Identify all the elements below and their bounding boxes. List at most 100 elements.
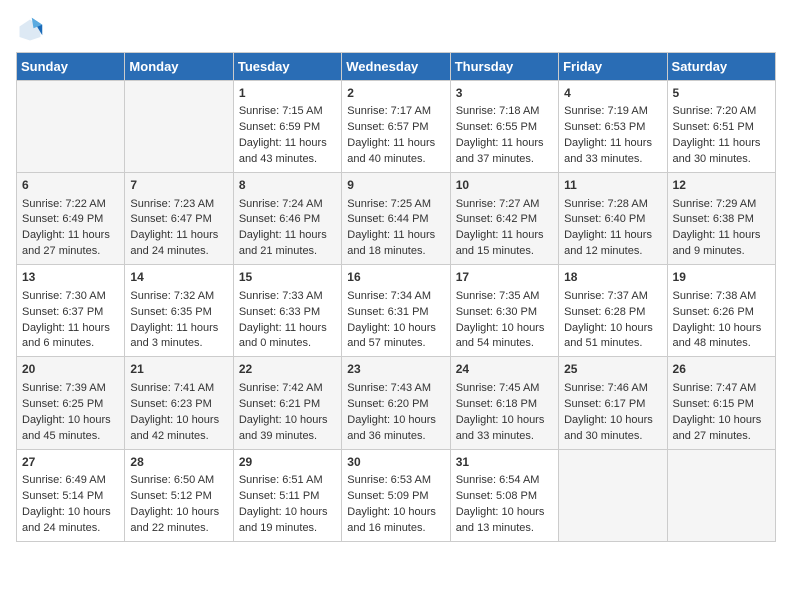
week-row-4: 20Sunrise: 7:39 AMSunset: 6:25 PMDayligh…: [17, 357, 776, 449]
sunrise-text: Sunrise: 7:34 AM: [347, 289, 444, 305]
day-number: 6: [22, 177, 119, 194]
daylight-text: Daylight: 11 hours and 33 minutes.: [564, 136, 661, 168]
daylight-text: Daylight: 10 hours and 30 minutes.: [564, 413, 661, 445]
calendar-cell: 22Sunrise: 7:42 AMSunset: 6:21 PMDayligh…: [233, 357, 341, 449]
sunset-text: Sunset: 5:11 PM: [239, 489, 336, 505]
calendar-cell: 17Sunrise: 7:35 AMSunset: 6:30 PMDayligh…: [450, 265, 558, 357]
calendar-cell: 19Sunrise: 7:38 AMSunset: 6:26 PMDayligh…: [667, 265, 775, 357]
sunrise-text: Sunrise: 6:49 AM: [22, 473, 119, 489]
page-header: [16, 16, 776, 44]
calendar-cell: [667, 449, 775, 541]
logo: [16, 16, 48, 44]
day-number: 29: [239, 454, 336, 471]
calendar-cell: 1Sunrise: 7:15 AMSunset: 6:59 PMDaylight…: [233, 81, 341, 173]
week-row-3: 13Sunrise: 7:30 AMSunset: 6:37 PMDayligh…: [17, 265, 776, 357]
day-number: 2: [347, 85, 444, 102]
sunset-text: Sunset: 6:31 PM: [347, 305, 444, 321]
calendar-cell: 31Sunrise: 6:54 AMSunset: 5:08 PMDayligh…: [450, 449, 558, 541]
daylight-text: Daylight: 10 hours and 36 minutes.: [347, 413, 444, 445]
sunrise-text: Sunrise: 7:29 AM: [673, 197, 770, 213]
sunset-text: Sunset: 6:30 PM: [456, 305, 553, 321]
daylight-text: Daylight: 10 hours and 48 minutes.: [673, 321, 770, 353]
sunrise-text: Sunrise: 7:43 AM: [347, 381, 444, 397]
calendar-cell: 2Sunrise: 7:17 AMSunset: 6:57 PMDaylight…: [342, 81, 450, 173]
calendar-cell: [17, 81, 125, 173]
day-number: 5: [673, 85, 770, 102]
week-row-2: 6Sunrise: 7:22 AMSunset: 6:49 PMDaylight…: [17, 173, 776, 265]
daylight-text: Daylight: 11 hours and 27 minutes.: [22, 228, 119, 260]
calendar-table: SundayMondayTuesdayWednesdayThursdayFrid…: [16, 52, 776, 542]
calendar-cell: 16Sunrise: 7:34 AMSunset: 6:31 PMDayligh…: [342, 265, 450, 357]
day-number: 21: [130, 361, 227, 378]
sunset-text: Sunset: 6:40 PM: [564, 212, 661, 228]
sunrise-text: Sunrise: 7:18 AM: [456, 104, 553, 120]
day-number: 17: [456, 269, 553, 286]
sunrise-text: Sunrise: 7:30 AM: [22, 289, 119, 305]
daylight-text: Daylight: 11 hours and 30 minutes.: [673, 136, 770, 168]
sunrise-text: Sunrise: 7:38 AM: [673, 289, 770, 305]
day-number: 16: [347, 269, 444, 286]
daylight-text: Daylight: 11 hours and 6 minutes.: [22, 321, 119, 353]
day-number: 7: [130, 177, 227, 194]
sunrise-text: Sunrise: 7:25 AM: [347, 197, 444, 213]
day-number: 25: [564, 361, 661, 378]
sunrise-text: Sunrise: 7:17 AM: [347, 104, 444, 120]
sunset-text: Sunset: 6:57 PM: [347, 120, 444, 136]
day-number: 28: [130, 454, 227, 471]
sunset-text: Sunset: 6:51 PM: [673, 120, 770, 136]
header-cell-tuesday: Tuesday: [233, 53, 341, 81]
calendar-cell: 23 Sunrise: 7:43 AMSunset: 6:20 PMDayligh…: [342, 357, 450, 449]
sunrise-text: Sunrise: 7:27 AM: [456, 197, 553, 213]
daylight-text: Daylight: 11 hours and 9 minutes.: [673, 228, 770, 260]
sunrise-text: Sunrise: 7:39 AM: [22, 381, 119, 397]
daylight-text: Daylight: 10 hours and 42 minutes.: [130, 413, 227, 445]
logo-icon: [16, 16, 44, 44]
header-cell-monday: Monday: [125, 53, 233, 81]
sunrise-text: Sunrise: 7:35 AM: [456, 289, 553, 305]
calendar-cell: 27Sunrise: 6:49 AMSunset: 5:14 PMDayligh…: [17, 449, 125, 541]
calendar-cell: 18Sunrise: 7:37 AMSunset: 6:28 PMDayligh…: [559, 265, 667, 357]
day-number: 26: [673, 361, 770, 378]
header-cell-friday: Friday: [559, 53, 667, 81]
sunset-text: Sunset: 6:20 PM: [347, 397, 444, 413]
sunrise-text: Sunrise: 7:20 AM: [673, 104, 770, 120]
sunset-text: Sunset: 6:53 PM: [564, 120, 661, 136]
sunset-text: Sunset: 6:25 PM: [22, 397, 119, 413]
daylight-text: Daylight: 10 hours and 27 minutes.: [673, 413, 770, 445]
sunrise-text: Sunrise: 7:28 AM: [564, 197, 661, 213]
day-number: 23: [347, 361, 444, 378]
sunrise-text: Sunrise: 7:23 AM: [130, 197, 227, 213]
sunrise-text: Sunrise: 7:47 AM: [673, 381, 770, 397]
day-number: 31: [456, 454, 553, 471]
sunset-text: Sunset: 6:55 PM: [456, 120, 553, 136]
daylight-text: Daylight: 11 hours and 37 minutes.: [456, 136, 553, 168]
daylight-text: Daylight: 11 hours and 12 minutes.: [564, 228, 661, 260]
daylight-text: Daylight: 11 hours and 0 minutes.: [239, 321, 336, 353]
day-number: 19: [673, 269, 770, 286]
day-number: 3: [456, 85, 553, 102]
calendar-cell: 21Sunrise: 7:41 AMSunset: 6:23 PMDayligh…: [125, 357, 233, 449]
calendar-cell: 25Sunrise: 7:46 AMSunset: 6:17 PMDayligh…: [559, 357, 667, 449]
calendar-cell: 12Sunrise: 7:29 AMSunset: 6:38 PMDayligh…: [667, 173, 775, 265]
daylight-text: Daylight: 10 hours and 16 minutes.: [347, 505, 444, 537]
sunset-text: Sunset: 5:12 PM: [130, 489, 227, 505]
day-number: 14: [130, 269, 227, 286]
header-cell-sunday: Sunday: [17, 53, 125, 81]
day-number: 1: [239, 85, 336, 102]
daylight-text: Daylight: 11 hours and 3 minutes.: [130, 321, 227, 353]
day-number: 27: [22, 454, 119, 471]
daylight-text: Daylight: 10 hours and 19 minutes.: [239, 505, 336, 537]
sunset-text: Sunset: 6:42 PM: [456, 212, 553, 228]
sunset-text: Sunset: 6:37 PM: [22, 305, 119, 321]
sunrise-text: Sunrise: 6:51 AM: [239, 473, 336, 489]
sunrise-text: Sunrise: 6:50 AM: [130, 473, 227, 489]
day-number: 18: [564, 269, 661, 286]
sunset-text: Sunset: 6:28 PM: [564, 305, 661, 321]
sunrise-text: Sunrise: 7:45 AM: [456, 381, 553, 397]
calendar-cell: [559, 449, 667, 541]
calendar-cell: 10Sunrise: 7:27 AMSunset: 6:42 PMDayligh…: [450, 173, 558, 265]
calendar-cell: 20Sunrise: 7:39 AMSunset: 6:25 PMDayligh…: [17, 357, 125, 449]
sunrise-text: Sunrise: 7:41 AM: [130, 381, 227, 397]
daylight-text: Daylight: 10 hours and 33 minutes.: [456, 413, 553, 445]
sunset-text: Sunset: 6:15 PM: [673, 397, 770, 413]
